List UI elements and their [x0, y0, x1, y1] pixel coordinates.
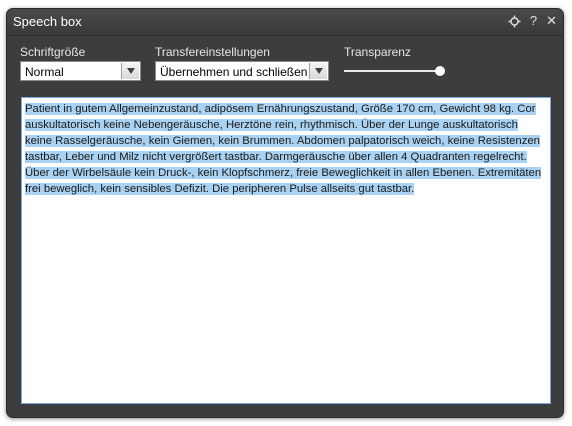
font-size-dropdown[interactable]: Normal	[20, 61, 141, 81]
transfer-settings-value: Übernehmen und schließen	[160, 65, 308, 79]
chevron-down-icon[interactable]	[309, 63, 327, 79]
close-icon[interactable]: ✕	[546, 13, 557, 29]
speech-text-area[interactable]: Patient in gutem Allgemeinzustand, adipö…	[21, 97, 551, 404]
speech-text-content: Patient in gutem Allgemeinzustand, adipö…	[25, 103, 542, 195]
title-bar[interactable]: Speech box ? ✕	[7, 9, 563, 36]
pin-icon[interactable]	[508, 13, 521, 29]
font-size-value: Normal	[25, 65, 64, 79]
help-icon[interactable]: ?	[530, 13, 537, 29]
transparency-slider-track[interactable]	[344, 70, 440, 72]
transfer-settings-dropdown[interactable]: Übernehmen und schließen	[155, 61, 329, 81]
chevron-down-icon[interactable]	[121, 63, 139, 79]
transparency-label: Transparenz	[344, 45, 411, 59]
transparency-slider-thumb[interactable]	[435, 66, 445, 76]
title-bar-icons: ? ✕	[508, 13, 557, 29]
font-size-label: Schriftgröße	[20, 45, 86, 59]
window-title: Speech box	[13, 14, 82, 29]
transfer-settings-label: Transfereinstellungen	[155, 45, 270, 59]
speech-box-window: Speech box ? ✕ Schriftgröße Normal Trans…	[6, 8, 564, 418]
